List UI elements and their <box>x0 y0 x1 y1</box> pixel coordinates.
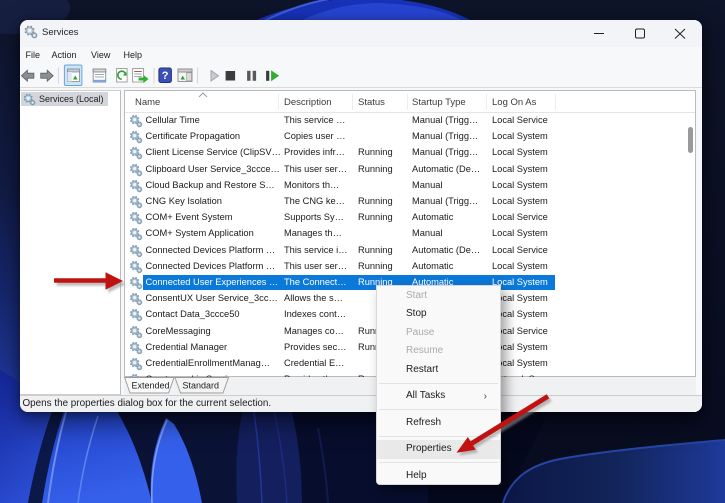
svg-text:Standard: Standard <box>183 381 220 391</box>
svg-text:?: ? <box>161 70 168 82</box>
svg-text:Extended: Extended <box>132 381 170 391</box>
